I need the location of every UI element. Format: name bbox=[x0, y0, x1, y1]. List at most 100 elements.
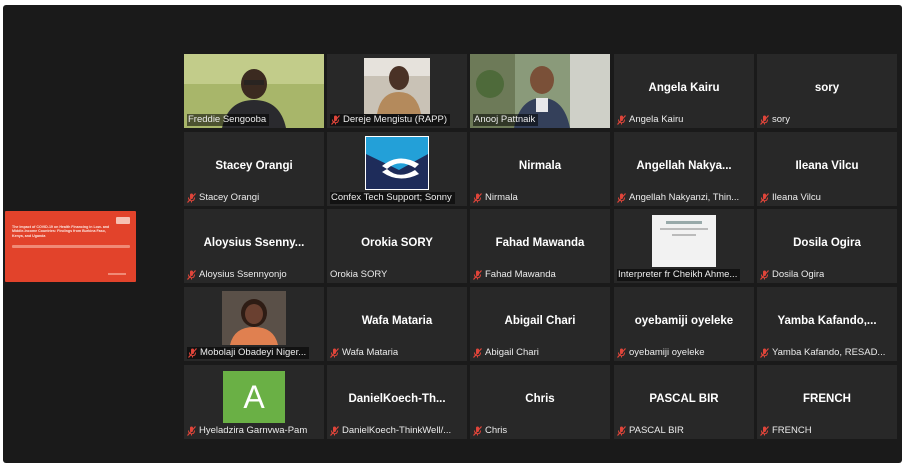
participant-name-label: DanielKoech-ThinkWell/... bbox=[330, 425, 451, 437]
muted-mic-icon bbox=[473, 348, 482, 358]
participant-tile[interactable]: Confex Tech Support; Sonny bbox=[327, 132, 467, 206]
muted-mic-icon bbox=[187, 270, 196, 280]
participant-name: Angellah Nakyanzi, Thin... bbox=[629, 192, 740, 203]
participant-tile[interactable]: Freddie Sengooba bbox=[184, 54, 324, 128]
slide-title: The Impact of COVID-19 on Health Financi… bbox=[12, 225, 110, 238]
participant-name: Angela Kairu bbox=[629, 114, 684, 125]
participant-name-label: oyebamiji oyeleke bbox=[617, 347, 705, 359]
participant-tile[interactable]: Dereje Mengistu (RAPP) bbox=[327, 54, 467, 128]
participant-name: Freddie Sengooba bbox=[188, 114, 267, 125]
participant-display-name: Chris bbox=[525, 393, 555, 405]
participant-name: Dereje Mengistu (RAPP) bbox=[343, 114, 448, 125]
muted-mic-icon bbox=[187, 193, 196, 203]
slide-footer-bar bbox=[108, 273, 126, 275]
participant-display-name: Angellah Nakya... bbox=[636, 160, 732, 172]
participant-tile[interactable]: Stacey Orangi Stacey Orangi bbox=[184, 132, 324, 206]
slide-logo bbox=[116, 217, 130, 224]
participant-name-label: Dereje Mengistu (RAPP) bbox=[330, 114, 451, 126]
participant-display-name: Wafa Mataria bbox=[361, 315, 433, 327]
participant-tile[interactable]: Orokia SORY Orokia SORY bbox=[327, 209, 467, 283]
participant-tile[interactable]: DanielKoech-Th... DanielKoech-ThinkWell/.… bbox=[327, 365, 467, 439]
participant-name-label: Angellah Nakyanzi, Thin... bbox=[617, 192, 739, 204]
participant-name-label: Orokia SORY bbox=[330, 269, 387, 281]
participant-name: Orokia SORY bbox=[330, 269, 388, 280]
participant-display-name: Orokia SORY bbox=[361, 237, 433, 249]
participant-display-name: Stacey Orangi bbox=[215, 160, 293, 172]
participant-display-name: Yamba Kafando,... bbox=[777, 315, 877, 327]
participant-name-label: Hyeladzira Garnvwa-Pam bbox=[187, 425, 307, 437]
muted-mic-icon bbox=[617, 193, 626, 203]
participant-name-label: Wafa Mataria bbox=[330, 347, 398, 359]
muted-mic-icon bbox=[760, 348, 769, 358]
participant-tile[interactable]: FRENCH FRENCH bbox=[757, 365, 897, 439]
participant-name-label: Angela Kairu bbox=[617, 114, 683, 126]
participant-name: Interpreter fr Cheikh Ahme... bbox=[618, 269, 738, 280]
participant-tile[interactable]: Aloysius Ssenny... Aloysius Ssennyonjo bbox=[184, 209, 324, 283]
participant-name-label: Mobolaji Obadeyi Niger... bbox=[187, 347, 310, 359]
participant-name: Confex Tech Support; Sonny bbox=[331, 192, 452, 203]
participant-tile[interactable]: Anooj Pattnaik bbox=[470, 54, 610, 128]
participant-name: Nirmala bbox=[485, 192, 518, 203]
participant-display-name: Aloysius Ssenny... bbox=[203, 237, 305, 249]
muted-mic-icon bbox=[617, 115, 626, 125]
participant-tile[interactable]: Interpreter fr Cheikh Ahme... bbox=[614, 209, 754, 283]
participant-name: Yamba Kafando, RESAD... bbox=[772, 347, 886, 358]
participant-display-name: PASCAL BIR bbox=[649, 393, 719, 405]
participant-name-label: FRENCH bbox=[760, 425, 812, 437]
muted-mic-icon bbox=[760, 193, 769, 203]
participant-name: oyebamiji oyeleke bbox=[629, 347, 705, 358]
participant-name-label: sory bbox=[760, 114, 790, 126]
participant-name: sory bbox=[772, 114, 790, 125]
participant-tile[interactable]: Mobolaji Obadeyi Niger... bbox=[184, 287, 324, 361]
participant-display-name: DanielKoech-Th... bbox=[348, 393, 446, 405]
participant-name: Aloysius Ssennyonjo bbox=[199, 269, 287, 280]
muted-mic-icon bbox=[617, 426, 626, 436]
muted-mic-icon bbox=[617, 348, 626, 358]
participant-tile[interactable]: Fahad Mawanda Fahad Mawanda bbox=[470, 209, 610, 283]
participant-display-name: Abigail Chari bbox=[504, 315, 576, 327]
participant-name: Anooj Pattnaik bbox=[474, 114, 536, 125]
participant-name: Abigail Chari bbox=[485, 347, 539, 358]
muted-mic-icon bbox=[760, 426, 769, 436]
participant-tile[interactable]: Angellah Nakya... Angellah Nakyanzi, Thin… bbox=[614, 132, 754, 206]
participant-name-label: Yamba Kafando, RESAD... bbox=[760, 347, 885, 359]
muted-mic-icon bbox=[330, 348, 339, 358]
participant-name-label: Interpreter fr Cheikh Ahme... bbox=[617, 269, 741, 281]
participant-name-label: Aloysius Ssennyonjo bbox=[187, 269, 287, 281]
muted-mic-icon bbox=[760, 270, 769, 280]
participant-tile[interactable]: Wafa Mataria Wafa Mataria bbox=[327, 287, 467, 361]
participant-tile[interactable]: oyebamiji oyeleke oyebamiji oyeleke bbox=[614, 287, 754, 361]
muted-mic-icon bbox=[473, 193, 482, 203]
participant-name: Chris bbox=[485, 425, 508, 436]
participant-display-name: Ileana Vilcu bbox=[795, 160, 859, 172]
participant-name: PASCAL BIR bbox=[629, 425, 684, 436]
participant-display-name: FRENCH bbox=[803, 393, 851, 405]
participant-name-label: PASCAL BIR bbox=[617, 425, 684, 437]
participant-tile[interactable]: Abigail Chari Abigail Chari bbox=[470, 287, 610, 361]
participant-tile[interactable]: PASCAL BIR PASCAL BIR bbox=[614, 365, 754, 439]
muted-mic-icon bbox=[330, 426, 339, 436]
participant-display-name: Nirmala bbox=[518, 160, 562, 172]
participant-tile[interactable]: Yamba Kafando,... Yamba Kafando, RESAD... bbox=[757, 287, 897, 361]
participant-name-label: Ileana Vilcu bbox=[760, 192, 821, 204]
participant-tile[interactable]: Dosila Ogira Dosila Ogira bbox=[757, 209, 897, 283]
participant-display-name: sory bbox=[814, 82, 840, 94]
participant-tile[interactable]: A Hyeladzira Garnvwa-Pam bbox=[184, 365, 324, 439]
muted-mic-icon bbox=[188, 348, 197, 358]
participant-tile[interactable]: Nirmala Nirmala bbox=[470, 132, 610, 206]
participant-name-label: Stacey Orangi bbox=[187, 192, 259, 204]
participant-tile[interactable]: Ileana Vilcu Ileana Vilcu bbox=[757, 132, 897, 206]
participant-display-name: Dosila Ogira bbox=[793, 237, 861, 249]
participant-tile[interactable]: sory sory bbox=[757, 54, 897, 128]
participant-tile[interactable]: Angela Kairu Angela Kairu bbox=[614, 54, 754, 128]
participant-name-label: Nirmala bbox=[473, 192, 518, 204]
screen-share-thumbnail[interactable]: The Impact of COVID-19 on Health Financi… bbox=[5, 211, 136, 282]
participant-name-label: Confex Tech Support; Sonny bbox=[330, 192, 455, 204]
participant-name: Stacey Orangi bbox=[199, 192, 260, 203]
participant-display-name: Fahad Mawanda bbox=[495, 237, 585, 249]
participant-name: Fahad Mawanda bbox=[485, 269, 556, 280]
participant-tile[interactable]: Chris Chris bbox=[470, 365, 610, 439]
participant-name-label: Chris bbox=[473, 425, 507, 437]
participant-name: Dosila Ogira bbox=[772, 269, 825, 280]
muted-mic-icon bbox=[331, 115, 340, 125]
